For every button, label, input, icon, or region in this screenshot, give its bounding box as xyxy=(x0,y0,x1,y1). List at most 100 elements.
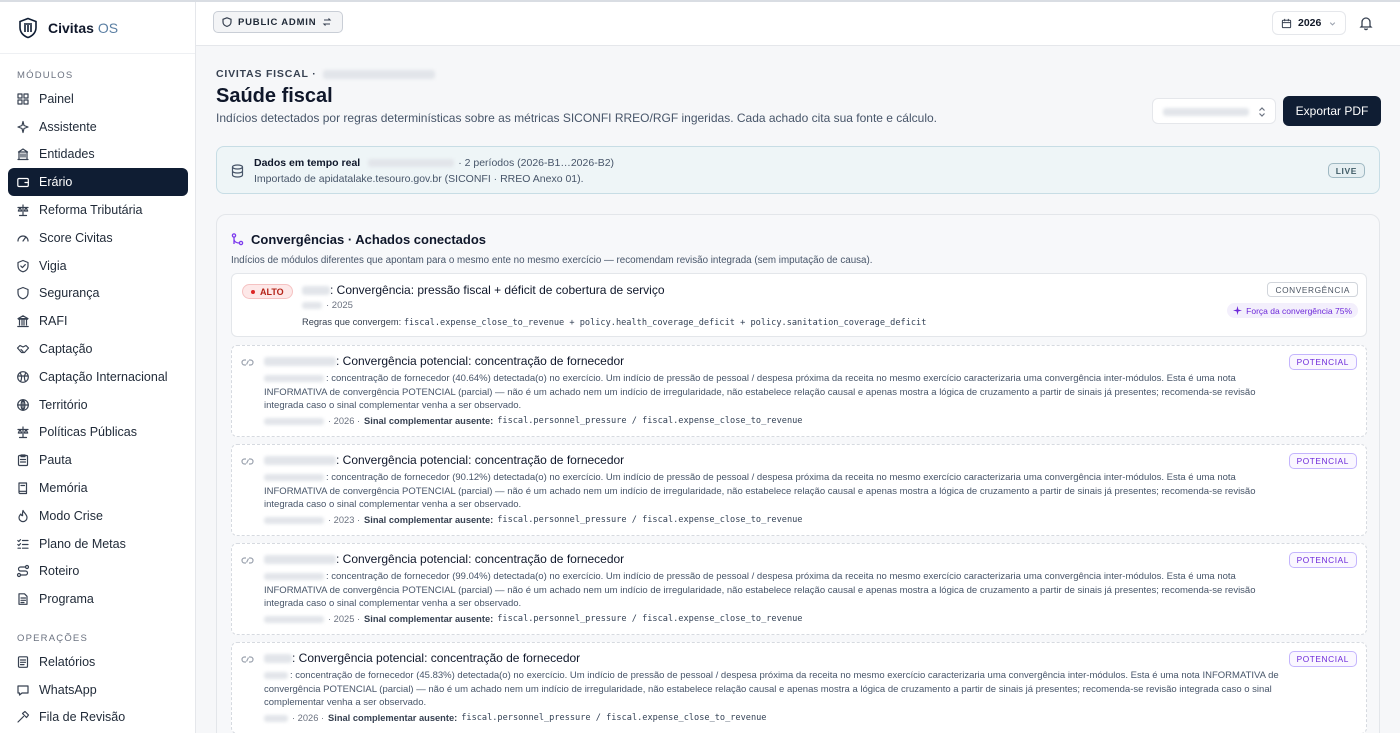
calendar-icon xyxy=(1281,18,1292,28)
sidebar-item-seguranca[interactable]: Segurança xyxy=(8,280,188,308)
sidebar-item-label: Memória xyxy=(39,481,88,496)
potential-year: · 2026 · xyxy=(328,416,361,426)
convergence-card[interactable]: ALTO : Convergência: pressão fiscal + dé… xyxy=(231,273,1367,337)
sidebar-item-rafi[interactable]: RAFI xyxy=(8,307,188,335)
potential-tag: POTENCIAL xyxy=(1288,651,1357,667)
missing-signal-value: fiscal.personnel_pressure / fiscal.expen… xyxy=(461,713,767,723)
nav-operacoes: Relatórios WhatsApp Fila de Revisão xyxy=(8,648,188,731)
shield-logo-icon xyxy=(19,17,37,38)
potential-convergence-card[interactable]: : Convergência potencial: concentração d… xyxy=(231,642,1367,733)
sidebar-item-score-civitas[interactable]: Score Civitas xyxy=(8,224,188,252)
year-value: 2026 xyxy=(1298,17,1322,29)
sidebar-item-programa[interactable]: Programa xyxy=(8,585,188,613)
sidebar-item-fila-de-revisao[interactable]: Fila de Revisão xyxy=(8,704,188,732)
potential-tag: POTENCIAL xyxy=(1288,354,1357,370)
potential-title-row: : Convergência potencial: concentração d… xyxy=(264,552,624,566)
sidebar-item-captacao-internacional[interactable]: Captação Internacional xyxy=(8,363,188,391)
severity-badge: ALTO xyxy=(242,284,293,299)
sidebar-item-label: Reforma Tributária xyxy=(39,203,143,218)
sidebar-item-entidades[interactable]: Entidades xyxy=(8,141,188,169)
potential-tag: POTENCIAL xyxy=(1288,552,1357,568)
sidebar-item-captacao[interactable]: Captação xyxy=(8,335,188,363)
redacted-entity-name xyxy=(264,653,292,663)
potential-convergence-card[interactable]: : Convergência potencial: concentração d… xyxy=(231,543,1367,635)
missing-signal-value: fiscal.personnel_pressure / fiscal.expen… xyxy=(497,614,803,624)
document-icon xyxy=(16,592,30,606)
redacted-entity-code xyxy=(264,417,324,425)
sidebar-item-erario[interactable]: Erário xyxy=(8,168,188,197)
missing-signal-label: Sinal complementar ausente: xyxy=(328,713,458,723)
potential-description: : concentração de fornecedor (90.12%) de… xyxy=(264,471,1284,512)
redacted-entity-code xyxy=(264,671,288,679)
redacted-entity-name xyxy=(264,455,336,465)
sidebar-item-reforma-tributaria[interactable]: Reforma Tributária xyxy=(8,196,188,224)
route-icon xyxy=(16,564,30,578)
export-pdf-button[interactable]: Exportar PDF xyxy=(1283,96,1381,126)
missing-signal-label: Sinal complementar ausente: xyxy=(364,416,494,426)
sidebar-item-label: Plano de Metas xyxy=(39,536,126,551)
sidebar-item-politicas-publicas[interactable]: Políticas Públicas xyxy=(8,419,188,447)
brand[interactable]: Civitas OS xyxy=(0,2,195,54)
sidebar-item-label: Captação Internacional xyxy=(39,369,168,384)
convergence-tag: CONVERGÊNCIA xyxy=(1267,282,1358,297)
sidebar-item-assistente[interactable]: Assistente xyxy=(8,113,188,141)
potential-convergence-card[interactable]: : Convergência potencial: concentração d… xyxy=(231,444,1367,536)
sidebar-item-label: Programa xyxy=(39,592,94,607)
convergences-description: Indícios de módulos diferentes que apont… xyxy=(231,255,873,266)
sidebar-item-modo-crise[interactable]: Modo Crise xyxy=(8,502,188,530)
potential-tag: POTENCIAL xyxy=(1288,453,1357,469)
sidebar-item-relatorios[interactable]: Relatórios xyxy=(8,648,188,676)
redacted-entity-code xyxy=(264,572,324,580)
redacted-entity-code xyxy=(264,473,324,481)
potential-footer: · 2026 · Sinal complementar ausente: fisca… xyxy=(264,713,766,723)
convergence-rules: Regras que convergem: fiscal.expense_clo… xyxy=(302,317,926,328)
admin-role-switcher[interactable]: PUBLIC ADMIN xyxy=(213,11,344,33)
sidebar-item-vigia[interactable]: Vigia xyxy=(8,252,188,280)
missing-signal-value: fiscal.personnel_pressure / fiscal.expen… xyxy=(497,416,803,426)
redacted-entity-code xyxy=(302,302,322,309)
sidebar-item-painel[interactable]: Painel xyxy=(8,85,188,113)
bell-icon[interactable] xyxy=(1358,15,1374,31)
brand-suffix: OS xyxy=(97,19,119,36)
sidebar-item-memoria[interactable]: Memória xyxy=(8,474,188,502)
potential-footer: · 2025 · Sinal complementar ausente: fisca… xyxy=(264,614,802,624)
database-icon xyxy=(231,164,244,178)
live-title-row: Dados em tempo real · 2 períodos (2026-B… xyxy=(254,157,614,169)
link-icon xyxy=(241,656,254,663)
redacted-entity-code xyxy=(264,374,324,382)
sidebar-item-whatsapp[interactable]: WhatsApp xyxy=(8,676,188,704)
building-icon xyxy=(16,147,30,161)
potential-lead: : concentração de fornecedor (99.04%) de… xyxy=(264,571,1256,609)
sidebar-item-label: Fila de Revisão xyxy=(39,710,126,725)
globe-grid-icon xyxy=(16,398,30,412)
admin-role-label: PUBLIC ADMIN xyxy=(238,16,317,28)
sidebar-item-plano-de-metas[interactable]: Plano de Metas xyxy=(8,530,188,558)
sidebar-item-territorio[interactable]: Território xyxy=(8,391,188,419)
live-data-banner: Dados em tempo real · 2 períodos (2026-B… xyxy=(216,146,1380,194)
entity-select[interactable] xyxy=(1152,98,1276,124)
sidebar-item-label: Painel xyxy=(39,91,74,106)
potential-description: : concentração de fornecedor (40.64%) de… xyxy=(264,372,1284,413)
redacted-entity-name xyxy=(264,356,336,366)
potential-title-row: : Convergência potencial: concentração d… xyxy=(264,651,580,665)
link-icon xyxy=(241,359,254,366)
rules-value: fiscal.expense_close_to_revenue + policy… xyxy=(403,318,927,328)
chevron-updown-icon xyxy=(1259,107,1265,117)
redacted-select-value xyxy=(1163,108,1249,116)
sidebar-item-pauta[interactable]: Pauta xyxy=(8,446,188,474)
potential-lead: : concentração de fornecedor (45.83%) de… xyxy=(264,670,1279,708)
nav-modulos: Painel Assistente Entidades Erário Reforma T… xyxy=(8,85,188,613)
app-window: Civitas OS MÓDULOS Painel Assistente Entid… xyxy=(0,0,1400,733)
sidebar-item-roteiro[interactable]: Roteiro xyxy=(8,558,188,586)
year-select[interactable]: 2026 xyxy=(1272,11,1346,35)
potential-convergence-card[interactable]: : Convergência potencial: concentração d… xyxy=(231,345,1367,437)
live-badge: LIVE xyxy=(1327,163,1365,178)
sparkles-icon xyxy=(16,120,30,134)
redacted-entity-code xyxy=(264,714,288,722)
live-source: Importado de apidatalake.tesouro.gov.br … xyxy=(254,173,584,185)
convergence-title: : Convergência: pressão fiscal + déficit… xyxy=(330,283,665,297)
sidebar-item-label: Roteiro xyxy=(39,564,80,579)
live-title: Dados em tempo real xyxy=(254,157,361,169)
scale-icon xyxy=(16,425,30,439)
breadcrumb-module: CIVITAS FISCAL · xyxy=(216,68,317,80)
